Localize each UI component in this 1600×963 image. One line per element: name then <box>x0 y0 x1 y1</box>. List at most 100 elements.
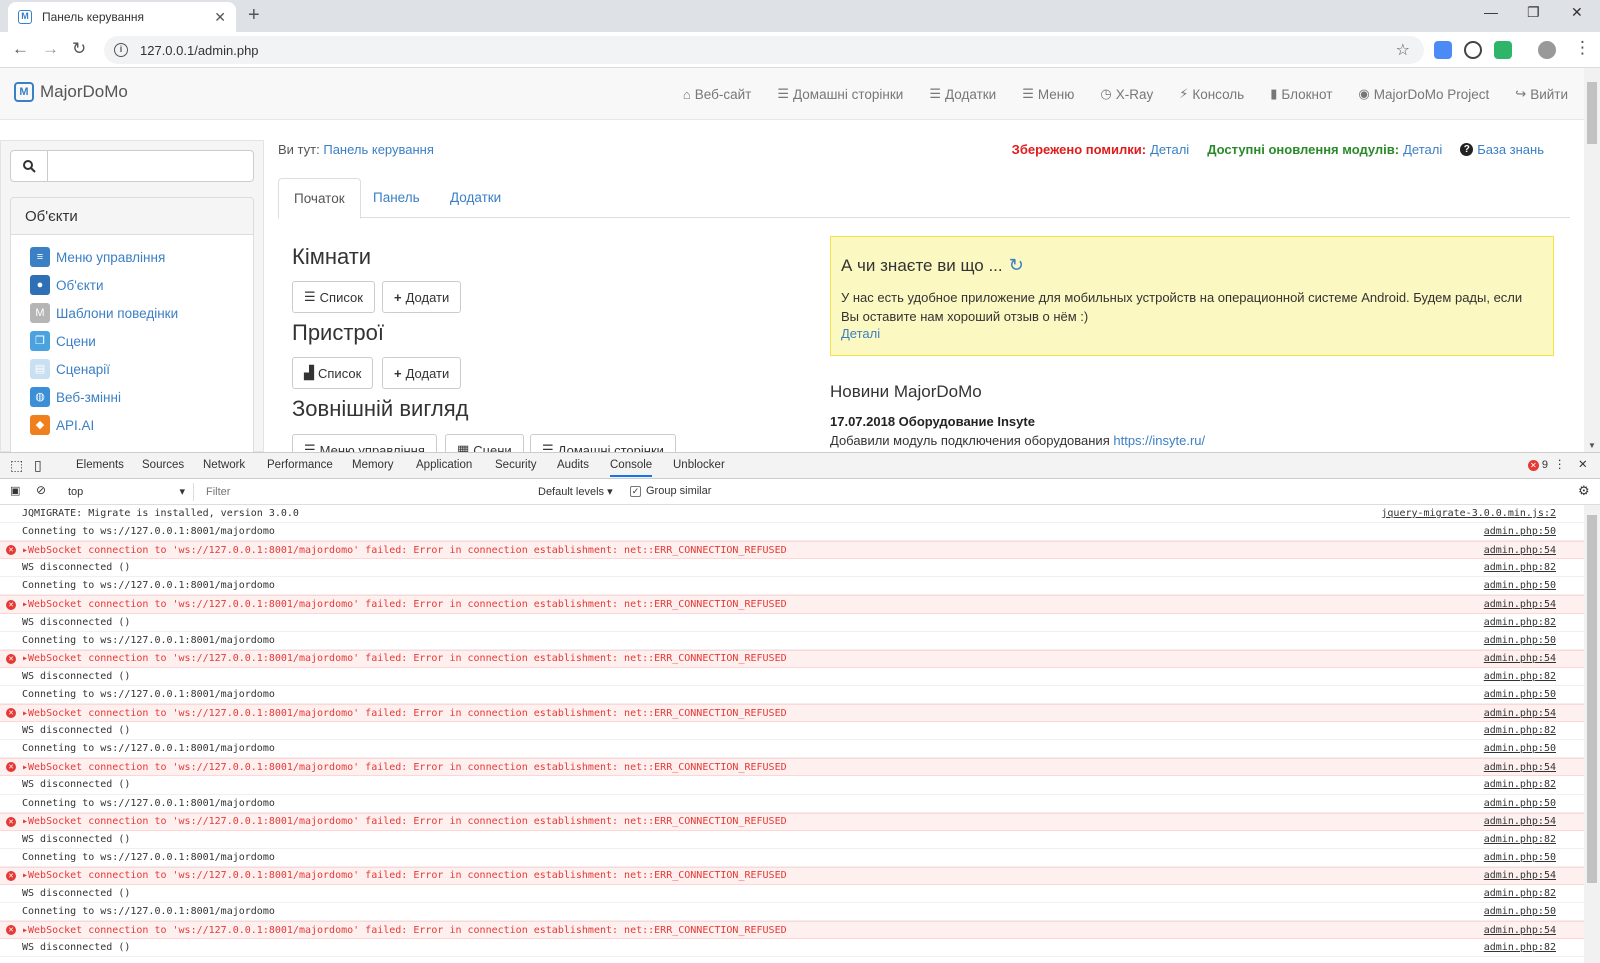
log-levels-select[interactable]: Default levels ▾ <box>538 485 613 498</box>
devtools-tab-security[interactable]: Security <box>495 459 537 471</box>
devtools-tab-memory[interactable]: Memory <box>352 459 394 471</box>
new-tab-icon[interactable]: + <box>248 4 260 27</box>
refresh-icon[interactable]: ↻ <box>1009 255 1024 276</box>
console-settings-gear-icon[interactable]: ⚙ <box>1578 483 1590 499</box>
group-similar-checkbox[interactable]: ✓ Group similar <box>630 485 711 497</box>
console-source-link[interactable]: admin.php:82 <box>1484 834 1556 845</box>
sidebar-item-3[interactable]: ❐ Сцени <box>11 327 253 355</box>
console-error-row[interactable]: ✕ ▸WebSocket connection to 'ws://127.0.0.… <box>0 649 1584 668</box>
devtools-tab-performance[interactable]: Performance <box>267 459 333 471</box>
nav-link-7[interactable]: ◉ MajorDoMo Project <box>1358 86 1489 102</box>
browser-menu-icon[interactable]: ⋮ <box>1574 38 1591 58</box>
error-counter[interactable]: ✕ 9 <box>1527 459 1548 471</box>
knowledge-base-link[interactable]: ? База знань <box>1460 142 1544 157</box>
console-source-link[interactable]: admin.php:82 <box>1484 562 1556 573</box>
console-scrollbar-thumb[interactable] <box>1587 515 1597 883</box>
nav-link-4[interactable]: ◷ X-Ray <box>1100 86 1153 102</box>
console-source-link[interactable]: admin.php:50 <box>1484 743 1556 754</box>
devices-add-button[interactable]: + Додати <box>382 357 462 389</box>
nav-link-8[interactable]: ↪ Вийти <box>1515 86 1568 102</box>
search-button[interactable] <box>10 150 48 182</box>
forward-icon[interactable]: → <box>42 39 59 59</box>
console-error-row[interactable]: ✕ ▸WebSocket connection to 'ws://127.0.0.… <box>0 866 1584 885</box>
address-bar[interactable]: i 127.0.0.1/admin.php ☆ <box>104 36 1424 64</box>
nav-link-3[interactable]: ☰ Меню <box>1022 86 1074 102</box>
close-tab-icon[interactable]: ✕ <box>214 9 226 26</box>
page-scrollbar[interactable]: ▼ <box>1584 68 1600 452</box>
console-source-link[interactable]: admin.php:50 <box>1484 526 1556 537</box>
appearance-homepages-button[interactable]: ☰ Домашні сторінки <box>530 434 676 452</box>
console-error-row[interactable]: ✕ ▸WebSocket connection to 'ws://127.0.0.… <box>0 812 1584 831</box>
devtools-tab-elements[interactable]: Elements <box>76 459 124 471</box>
back-icon[interactable]: ← <box>12 39 29 59</box>
devtools-tab-network[interactable]: Network <box>203 459 245 471</box>
news-item-link[interactable]: https://insyte.ru/ <box>1113 433 1205 448</box>
breadcrumb-link[interactable]: Панель керування <box>323 142 434 157</box>
sidebar-item-5[interactable]: ◍ Веб-змінні <box>11 383 253 411</box>
console-source-link[interactable]: admin.php:82 <box>1484 671 1556 682</box>
console-source-link[interactable]: admin.php:54 <box>1484 653 1556 664</box>
did-you-know-link[interactable]: Деталі <box>841 326 1543 341</box>
console-source-link[interactable]: admin.php:50 <box>1484 798 1556 809</box>
tab-addons[interactable]: Додатки <box>435 178 516 218</box>
devtools-tab-sources[interactable]: Sources <box>142 459 184 471</box>
close-window-icon[interactable]: ✕ <box>1571 4 1583 21</box>
console-source-link[interactable]: admin.php:50 <box>1484 906 1556 917</box>
translate-extension-icon[interactable] <box>1434 41 1452 59</box>
inspect-element-icon[interactable]: ⬚ <box>10 457 23 474</box>
rooms-add-button[interactable]: + Додати <box>382 281 462 313</box>
sidebar-item-0[interactable]: ≡ Меню управління <box>11 243 253 271</box>
info-icon[interactable]: i <box>114 43 128 57</box>
console-source-link[interactable]: admin.php:54 <box>1484 816 1556 827</box>
console-source-link[interactable]: admin.php:82 <box>1484 617 1556 628</box>
sidebar-toggle-icon[interactable]: ▣ <box>10 484 20 497</box>
devtools-tab-audits[interactable]: Audits <box>557 459 589 471</box>
console-source-link[interactable]: admin.php:82 <box>1484 725 1556 736</box>
rooms-list-button[interactable]: ☰ Список <box>292 281 375 313</box>
context-select[interactable]: top ▾ <box>60 483 194 501</box>
sidebar-item-4[interactable]: ▤ Сценарії <box>11 355 253 383</box>
reload-icon[interactable]: ↻ <box>72 39 86 59</box>
console-source-link[interactable]: admin.php:50 <box>1484 852 1556 863</box>
extension-green-icon[interactable] <box>1494 41 1512 59</box>
console-source-link[interactable]: admin.php:54 <box>1484 925 1556 936</box>
tab-start[interactable]: Початок <box>278 178 361 219</box>
console-source-link[interactable]: admin.php:54 <box>1484 762 1556 773</box>
nav-link-6[interactable]: ▮ Блокнот <box>1270 86 1332 102</box>
console-source-link[interactable]: admin.php:82 <box>1484 779 1556 790</box>
console-error-row[interactable]: ✕ ▸WebSocket connection to 'ws://127.0.0.… <box>0 704 1584 723</box>
profile-avatar[interactable] <box>1538 41 1556 59</box>
appearance-scenes-button[interactable]: ▦ Сцени <box>445 434 524 452</box>
bookmark-star-icon[interactable]: ☆ <box>1396 40 1410 60</box>
console-scrollbar[interactable] <box>1584 505 1600 963</box>
devtools-tab-unblocker[interactable]: Unblocker <box>673 459 725 471</box>
sidebar-item-2[interactable]: M Шаблони поведінки <box>11 299 253 327</box>
console-source-link[interactable]: admin.php:54 <box>1484 708 1556 719</box>
console-error-row[interactable]: ✕ ▸WebSocket connection to 'ws://127.0.0.… <box>0 921 1584 940</box>
console-filter-input[interactable] <box>206 483 526 501</box>
appearance-menu-button[interactable]: ☰ Меню управління <box>292 434 437 452</box>
console-source-link[interactable]: admin.php:50 <box>1484 580 1556 591</box>
console-error-row[interactable]: ✕ ▸WebSocket connection to 'ws://127.0.0.… <box>0 541 1584 560</box>
devtools-tab-console[interactable]: Console <box>610 459 653 477</box>
brand-link[interactable]: M MajorDoMo <box>14 82 128 102</box>
devices-list-button[interactable]: ▟ Список <box>292 357 374 389</box>
console-source-link[interactable]: jquery-migrate-3.0.0.min.js:2 <box>1381 508 1556 519</box>
devtools-menu-icon[interactable]: ⋮ <box>1554 457 1566 471</box>
browser-tab[interactable]: M Панель керування ✕ <box>8 2 236 32</box>
nav-link-1[interactable]: ☰ Домашні сторінки <box>777 86 903 102</box>
nav-link-2[interactable]: ☰ Додатки <box>929 86 996 102</box>
clear-console-icon[interactable]: ⊘ <box>36 483 46 497</box>
restore-icon[interactable]: ❐ <box>1527 4 1540 21</box>
saved-errors-link[interactable]: Деталі <box>1150 142 1189 157</box>
tab-panel[interactable]: Панель <box>358 178 435 218</box>
console-source-link[interactable]: admin.php:82 <box>1484 888 1556 899</box>
devtools-tab-application[interactable]: Application <box>416 459 472 471</box>
console-source-link[interactable]: admin.php:54 <box>1484 870 1556 881</box>
console-source-link[interactable]: admin.php:82 <box>1484 942 1556 953</box>
updates-link[interactable]: Деталі <box>1403 142 1442 157</box>
console-error-row[interactable]: ✕ ▸WebSocket connection to 'ws://127.0.0.… <box>0 595 1584 614</box>
sidebar-item-1[interactable]: ● Об'єкти <box>11 271 253 299</box>
console-source-link[interactable]: admin.php:54 <box>1484 599 1556 610</box>
extension-icon[interactable] <box>1464 41 1482 59</box>
